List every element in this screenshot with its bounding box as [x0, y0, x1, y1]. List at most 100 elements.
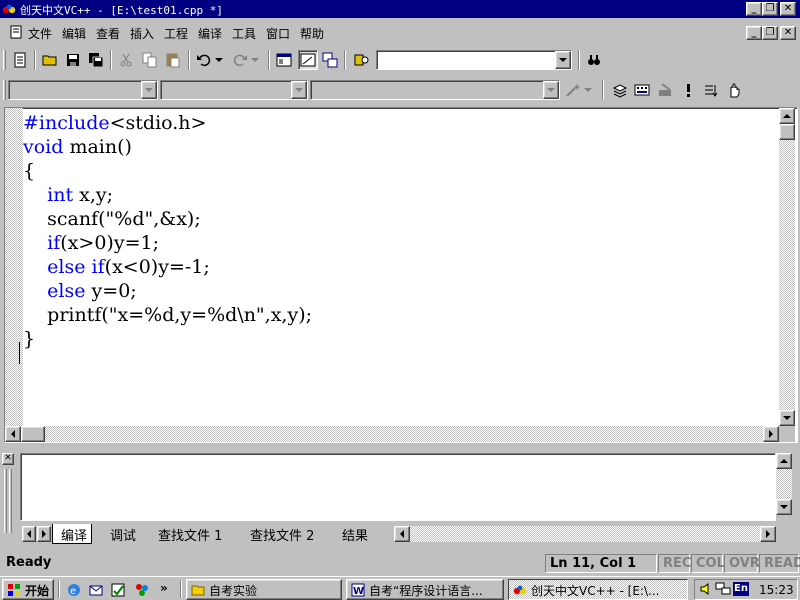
- scroll-right-button[interactable]: [763, 426, 779, 442]
- quick-launch-more-icon[interactable]: »: [160, 581, 168, 595]
- output-horizontal-scrollbar[interactable]: [394, 526, 776, 542]
- tab-debug[interactable]: 调试: [102, 524, 140, 544]
- output-text[interactable]: [20, 453, 776, 521]
- network-icon[interactable]: [715, 582, 731, 596]
- code-line[interactable]: int x,y;: [23, 183, 779, 207]
- code-text[interactable]: #include<stdio.h> void main(){ int x,y; s…: [23, 111, 779, 426]
- show-desktop-icon[interactable]: [110, 582, 126, 598]
- tab-scroll-left[interactable]: [22, 526, 36, 542]
- output-grip[interactable]: [4, 469, 7, 533]
- output-vertical-scrollbar[interactable]: [776, 453, 792, 515]
- tab-results[interactable]: 结果: [334, 524, 372, 544]
- menu-help[interactable]: 帮助: [300, 25, 324, 42]
- new-text-file-button[interactable]: [10, 50, 30, 70]
- build-button[interactable]: [632, 80, 652, 100]
- toolbar-grip[interactable]: [3, 80, 6, 100]
- task-vc[interactable]: 创天中文VC++ - [E:\...: [508, 579, 688, 600]
- output-grip[interactable]: [9, 469, 12, 533]
- channels-icon[interactable]: [134, 582, 150, 598]
- scroll-up-button[interactable]: [779, 108, 795, 124]
- language-indicator[interactable]: En: [733, 582, 749, 596]
- code-line[interactable]: scanf("%d",&x);: [23, 207, 779, 231]
- document-icon[interactable]: [9, 25, 23, 39]
- task-folder[interactable]: 自考实验: [186, 579, 342, 600]
- find-in-files-button[interactable]: [352, 50, 372, 70]
- menu-project[interactable]: 工程: [164, 25, 188, 42]
- cut-button[interactable]: [116, 50, 136, 70]
- menu-window[interactable]: 窗口: [266, 25, 290, 42]
- start-button[interactable]: 开始: [2, 579, 54, 600]
- members-combo-dropdown[interactable]: [543, 81, 559, 99]
- doc-close-button[interactable]: ✕: [780, 26, 796, 40]
- scroll-down-button[interactable]: [779, 410, 795, 426]
- undo-button[interactable]: [194, 50, 214, 70]
- menu-tools[interactable]: 工具: [232, 25, 256, 42]
- scroll-up-button[interactable]: [776, 453, 792, 469]
- editor-vertical-scrollbar[interactable]: [779, 108, 795, 426]
- code-line[interactable]: else if(x<0)y=-1;: [23, 255, 779, 279]
- outlook-express-icon[interactable]: [88, 582, 104, 598]
- code-line[interactable]: }: [23, 327, 779, 351]
- find-combo[interactable]: [376, 50, 572, 70]
- code-line[interactable]: if(x>0)y=1;: [23, 231, 779, 255]
- tab-scroll-right[interactable]: [37, 526, 51, 542]
- doc-restore-button[interactable]: ❐: [762, 26, 778, 40]
- open-button[interactable]: [40, 50, 60, 70]
- scroll-right-button[interactable]: [760, 526, 776, 542]
- members-combo[interactable]: [310, 80, 560, 100]
- restore-button[interactable]: ❐: [762, 2, 778, 16]
- redo-button[interactable]: [230, 50, 250, 70]
- menu-edit[interactable]: 编辑: [62, 25, 86, 42]
- redo-dropdown[interactable]: [250, 50, 260, 70]
- save-button[interactable]: [63, 50, 83, 70]
- code-line[interactable]: {: [23, 159, 779, 183]
- internet-explorer-icon[interactable]: e: [66, 582, 82, 598]
- tab-find-in-files-2[interactable]: 查找文件 2: [242, 524, 318, 544]
- window-list-button[interactable]: [320, 50, 340, 70]
- filter-combo[interactable]: [160, 80, 308, 100]
- hscroll-thumb[interactable]: [21, 426, 45, 442]
- code-line[interactable]: else y=0;: [23, 279, 779, 303]
- task-word[interactable]: W 自考“程序设计语言...: [346, 579, 504, 600]
- stop-build-button[interactable]: [655, 80, 675, 100]
- go-button[interactable]: [701, 80, 721, 100]
- code-line[interactable]: printf("x=%d,y=%d\n",x,y);: [23, 303, 779, 327]
- editor-horizontal-scrollbar[interactable]: [5, 426, 779, 442]
- class-combo[interactable]: [8, 80, 158, 100]
- menu-view[interactable]: 查看: [96, 25, 120, 42]
- tab-find-in-files-1[interactable]: 查找文件 1: [150, 524, 226, 544]
- selection-margin[interactable]: [5, 108, 23, 426]
- wizard-action-button[interactable]: [563, 80, 583, 100]
- output-button[interactable]: [298, 50, 318, 70]
- code-line[interactable]: void main(): [23, 135, 779, 159]
- filter-combo-dropdown[interactable]: [291, 81, 307, 99]
- tab-build[interactable]: 编译: [52, 524, 93, 544]
- wizard-action-dropdown[interactable]: [583, 80, 593, 100]
- find-combo-dropdown[interactable]: [555, 51, 571, 69]
- scroll-left-button[interactable]: [5, 426, 21, 442]
- menu-build[interactable]: 编译: [198, 25, 222, 42]
- find-button[interactable]: [584, 50, 604, 70]
- workspace-button[interactable]: [274, 50, 294, 70]
- undo-dropdown[interactable]: [214, 50, 224, 70]
- volume-icon[interactable]: [699, 582, 713, 596]
- output-close-button[interactable]: ✕: [2, 453, 14, 465]
- menu-insert[interactable]: 插入: [130, 25, 154, 42]
- class-combo-dropdown[interactable]: [141, 81, 157, 99]
- clock[interactable]: 15:23: [759, 583, 794, 597]
- copy-button[interactable]: [140, 50, 160, 70]
- code-editor[interactable]: #include<stdio.h> void main(){ int x,y; s…: [4, 107, 798, 443]
- title-bar[interactable]: 创天中文VC++ - [E:\test01.cpp *] _ ❐ ✕: [0, 0, 800, 18]
- paste-button[interactable]: [163, 50, 183, 70]
- doc-minimize-button[interactable]: _: [746, 26, 762, 40]
- close-button[interactable]: ✕: [780, 2, 796, 16]
- execute-button[interactable]: [678, 80, 698, 100]
- code-line[interactable]: #include<stdio.h>: [23, 111, 779, 135]
- save-all-button[interactable]: [86, 50, 106, 70]
- scroll-down-button[interactable]: [776, 499, 792, 515]
- breakpoint-button[interactable]: [724, 80, 744, 100]
- menu-file[interactable]: 文件: [28, 25, 52, 42]
- scroll-thumb[interactable]: [779, 124, 795, 140]
- compile-button[interactable]: [610, 80, 630, 100]
- scroll-left-button[interactable]: [394, 526, 410, 542]
